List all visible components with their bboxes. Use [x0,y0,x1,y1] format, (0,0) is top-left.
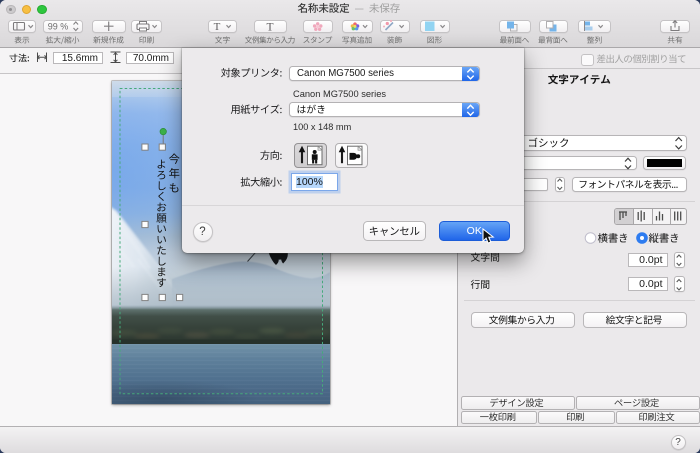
svg-text:T: T [266,22,273,34]
svg-text:99 %: 99 % [48,22,69,32]
svg-text:T: T [214,21,221,33]
